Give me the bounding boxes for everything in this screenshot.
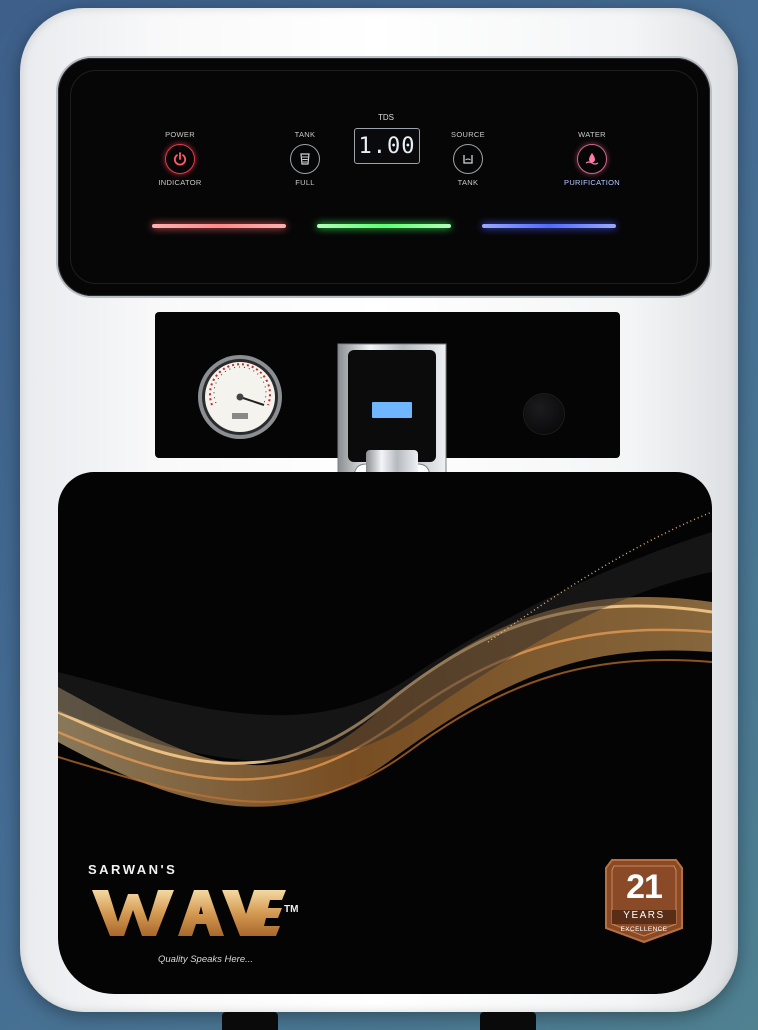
source-icon — [453, 144, 483, 174]
anniversary-badge: 21 YEARS EXCELLENCE — [604, 858, 684, 944]
water-drop-icon — [577, 144, 607, 174]
power-icon — [165, 144, 195, 174]
badge-excellence: EXCELLENCE — [620, 926, 668, 933]
tds-display: 1.00 — [354, 128, 420, 164]
dispense-button[interactable] — [524, 394, 564, 434]
left-foot — [222, 1012, 278, 1030]
tds-label: TDS — [378, 113, 394, 122]
badge-years: YEARS — [623, 910, 665, 921]
power-status-bar — [152, 224, 286, 228]
brand-prefix: SARWAN'S — [88, 862, 178, 877]
water-sub-label: PURIFICATION — [564, 178, 620, 187]
power-indicator[interactable]: POWER INDICATOR — [130, 130, 230, 187]
tank-sub-label: FULL — [295, 178, 315, 187]
source-tank-indicator[interactable]: SOURCE TANK — [418, 130, 518, 187]
right-foot — [480, 1012, 536, 1030]
power-sub-label: INDICATOR — [158, 178, 202, 187]
trademark: TM — [284, 904, 299, 915]
badge-number: 21 — [626, 868, 663, 906]
tank-full-indicator[interactable]: TANK FULL — [255, 130, 355, 187]
tank-label: TANK — [294, 130, 316, 139]
power-label: POWER — [165, 130, 195, 139]
water-purification-indicator[interactable]: WATER PURIFICATION — [542, 130, 642, 187]
brand-logo — [92, 890, 286, 936]
brand-tagline: Quality Speaks Here... — [158, 954, 254, 965]
tank-icon — [290, 144, 320, 174]
source-sub-label: TANK — [457, 178, 479, 187]
purification-status-bar — [482, 224, 616, 228]
pressure-gauge-icon — [198, 355, 282, 439]
tank-status-bar — [317, 224, 451, 228]
water-label: WATER — [578, 130, 606, 139]
source-label: SOURCE — [451, 130, 485, 139]
